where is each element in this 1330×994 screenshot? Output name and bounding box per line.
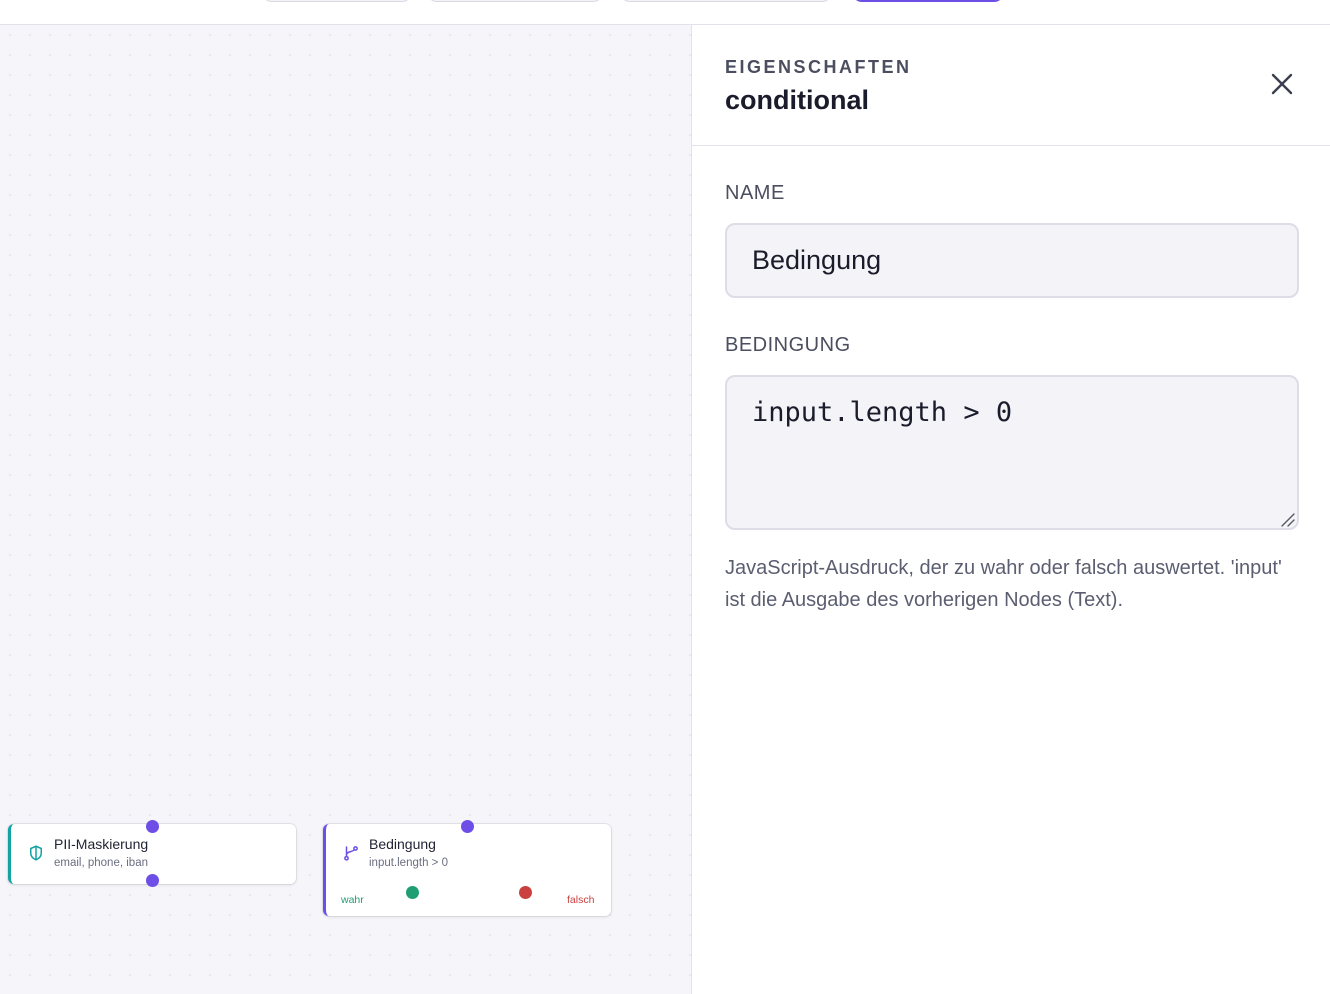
name-input[interactable] [725, 223, 1299, 298]
node-subtitle: email, phone, iban [54, 857, 148, 869]
input-handle[interactable] [461, 820, 474, 833]
toolbar-primary-button[interactable] [852, 0, 1004, 2]
name-label: NAME [725, 182, 785, 204]
close-icon [1271, 73, 1293, 95]
shield-icon [27, 844, 45, 862]
condition-input[interactable]: input.length > 0 [725, 375, 1299, 530]
panel-title: conditional [725, 85, 869, 115]
panel-kicker: EIGENSCHAFTEN [725, 57, 912, 77]
node-title: Bedingung [369, 836, 436, 852]
toolbar-button[interactable] [262, 0, 412, 2]
branch-icon [342, 844, 360, 862]
input-handle[interactable] [146, 820, 159, 833]
node-title: PII-Maskierung [54, 836, 149, 852]
node-conditional[interactable]: Bedingung input.length > 0 wahr falsch [323, 824, 611, 916]
flow-canvas[interactable]: PII-Maskierung email, phone, iban Beding… [0, 25, 691, 994]
condition-label: BEDINGUNG [725, 334, 851, 356]
false-output-handle[interactable] [519, 886, 532, 899]
toolbar-button[interactable] [620, 0, 832, 2]
condition-help-text: JavaScript-Ausdruck, der zu wahr oder fa… [725, 557, 1282, 611]
resize-handle-icon[interactable] [1279, 511, 1295, 527]
false-port-label: falsch [567, 894, 595, 906]
node-subtitle: input.length > 0 [369, 857, 448, 869]
close-button[interactable] [1268, 70, 1296, 98]
true-output-handle[interactable] [406, 886, 419, 899]
output-handle[interactable] [146, 874, 159, 887]
toolbar-button[interactable] [427, 0, 603, 2]
top-toolbar [0, 0, 1330, 25]
panel-header: EIGENSCHAFTEN conditional [692, 25, 1330, 146]
true-port-label: wahr [341, 894, 364, 906]
properties-panel: EIGENSCHAFTEN conditional NAME BEDINGUNG… [691, 25, 1330, 994]
